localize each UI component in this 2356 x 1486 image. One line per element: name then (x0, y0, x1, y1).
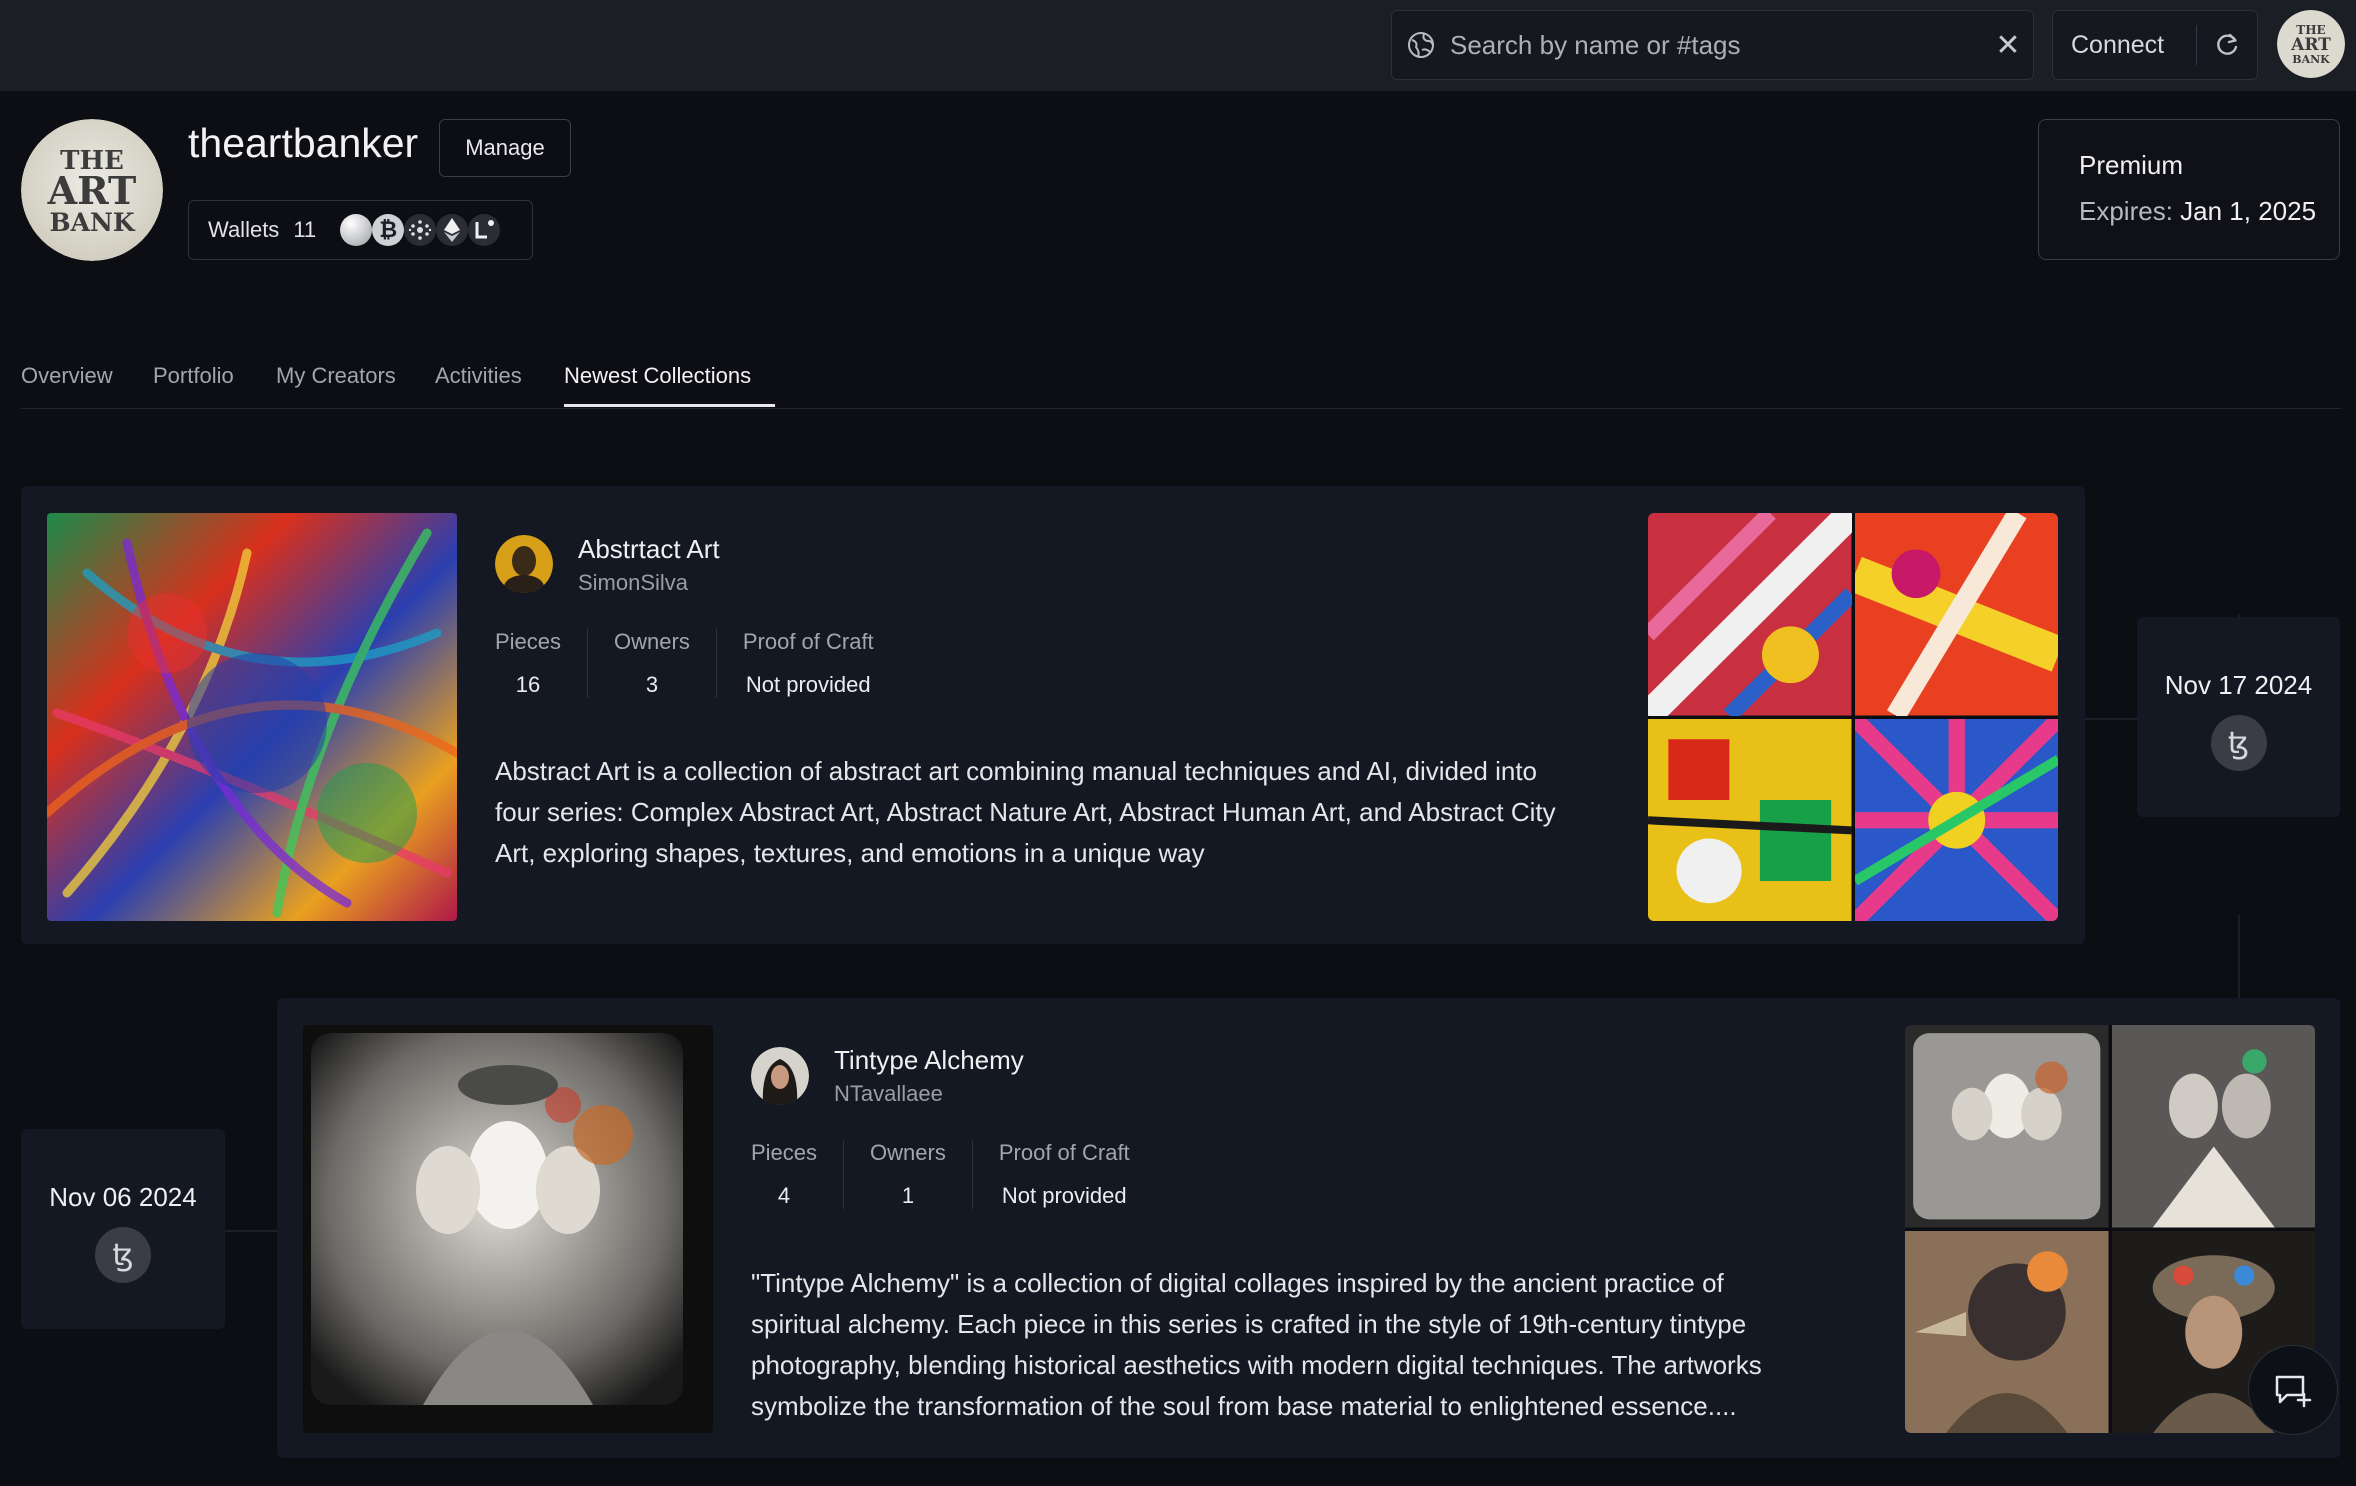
top-bar: ✕ Connect THE ART BANK (0, 0, 2356, 91)
stat-label: Proof of Craft (742, 629, 874, 654)
collection-stats: Pieces 4 Owners 1 Proof of Craft Not provid… (751, 1140, 1156, 1209)
search-box[interactable]: ✕ (1391, 10, 2034, 80)
expires-label: Expires: (2079, 196, 2173, 226)
feedback-button[interactable] (2248, 1345, 2338, 1435)
timeline-connector (2085, 718, 2140, 720)
stat-label: Pieces (495, 629, 562, 654)
wallets-count: 11 (293, 217, 317, 242)
tab-portfolio[interactable]: Portfolio (153, 363, 234, 389)
stat-label: Owners (870, 1140, 946, 1165)
collection-creator[interactable]: NTavallaee (834, 1081, 943, 1107)
clear-search-icon[interactable]: ✕ (1983, 28, 2033, 63)
lukso-icon (468, 214, 501, 246)
collection-card[interactable]: Tintype Alchemy NTavallaee Pieces 4 Owner… (277, 998, 2340, 1458)
connect-label: Connect (2071, 30, 2165, 59)
tezos-icon: ꜩ (2210, 715, 2267, 771)
collection-card[interactable]: Abstrtact Art SimonSilva Pieces 16 Owners… (21, 486, 2085, 944)
generic-chain-icon (340, 214, 373, 246)
premium-plan: Premium (2079, 150, 2184, 180)
search-input[interactable] (1450, 29, 1983, 61)
manage-button[interactable]: Manage (439, 119, 571, 177)
stat-label: Proof of Craft (998, 1140, 1130, 1165)
profile-avatar-text-art: ART (47, 168, 137, 213)
expires-date: Jan 1, 2025 (2180, 196, 2317, 226)
preview-image[interactable] (1854, 513, 2058, 716)
wallets-label: Wallets (208, 217, 280, 242)
stat-label: Pieces (751, 1140, 818, 1165)
tab-bar: Overview Portfolio My Creators Activitie… (21, 345, 2341, 409)
tezos-icon: ꜩ (95, 1227, 151, 1283)
profile-avatar-text-bank: BANK (49, 208, 135, 237)
tab-overview[interactable]: Overview (21, 363, 113, 389)
connect-button[interactable]: Connect (2052, 10, 2258, 80)
collection-date-card: Nov 06 2024 ꜩ (21, 1129, 225, 1329)
preview-image[interactable] (1648, 513, 1852, 716)
user-avatar[interactable]: THE ART BANK (2277, 10, 2345, 78)
globe-icon (1408, 32, 1434, 58)
stat-value: 1 (901, 1183, 915, 1208)
tab-newest-collections[interactable]: Newest Collections (564, 363, 751, 389)
avatar-text-bank: BANK (2292, 53, 2330, 66)
preview-image[interactable] (1648, 718, 1852, 921)
collection-cover-image[interactable] (47, 513, 457, 921)
stat-pieces: Pieces 16 (495, 629, 587, 698)
preview-image[interactable] (1905, 1025, 2109, 1228)
preview-image[interactable] (1905, 1230, 2109, 1433)
stat-proof-of-craft: Proof of Craft Not provided (971, 1140, 1156, 1209)
refresh-icon[interactable] (2197, 31, 2257, 59)
collection-title[interactable]: Abstrtact Art (578, 534, 720, 565)
collection-date: Nov 06 2024 (49, 1182, 197, 1212)
collection-date-card: Nov 17 2024 ꜩ (2137, 617, 2340, 817)
stat-value: Not provided (1001, 1183, 1127, 1208)
stat-value: Not provided (745, 672, 871, 697)
preview-image[interactable] (2111, 1025, 2315, 1228)
collection-description: Abstract Art is a collection of abstract… (495, 756, 1556, 868)
ethereum-icon (436, 214, 469, 246)
premium-card: Premium Expires: Jan 1, 2025 (2038, 119, 2340, 260)
wallets-badge[interactable]: Wallets 11 ₿ (188, 200, 533, 260)
preview-image[interactable] (1854, 718, 2058, 921)
stat-owners: Owners 3 (587, 629, 716, 698)
creator-avatar[interactable] (751, 1047, 809, 1105)
collection-creator[interactable]: SimonSilva (578, 570, 688, 596)
timeline-line (2238, 915, 2240, 1005)
stat-value: 16 (515, 672, 541, 697)
stat-owners: Owners 1 (843, 1140, 972, 1209)
active-tab-indicator (564, 404, 775, 407)
collection-cover-image[interactable] (303, 1025, 713, 1433)
collection-stats: Pieces 16 Owners 3 Proof of Craft Not provi… (495, 629, 900, 698)
stat-value: 3 (645, 672, 659, 697)
creator-avatar[interactable] (495, 535, 553, 593)
collection-preview-grid[interactable] (1648, 513, 2058, 921)
collection-title[interactable]: Tintype Alchemy (834, 1045, 1024, 1076)
cardano-icon (404, 214, 437, 246)
profile-avatar: THE ART BANK (21, 119, 163, 261)
bitcoin-icon: ₿ (372, 214, 405, 246)
tab-activities[interactable]: Activities (435, 363, 522, 389)
tab-my-creators[interactable]: My Creators (276, 363, 396, 389)
username: theartbanker (188, 120, 419, 166)
stat-label: Owners (614, 629, 690, 654)
stat-proof-of-craft: Proof of Craft Not provided (715, 629, 900, 698)
stat-value: 4 (777, 1183, 791, 1208)
chat-add-icon (2275, 1375, 2312, 1408)
stat-pieces: Pieces 4 (751, 1140, 843, 1209)
collection-date: Nov 17 2024 (2164, 670, 2313, 700)
avatar-text-art: ART (2290, 35, 2331, 55)
premium-expiry: Expires: Jan 1, 2025 (2079, 196, 2339, 227)
timeline-connector (225, 1230, 280, 1232)
collection-description: "Tintype Alchemy" is a collection of dig… (751, 1268, 1762, 1421)
